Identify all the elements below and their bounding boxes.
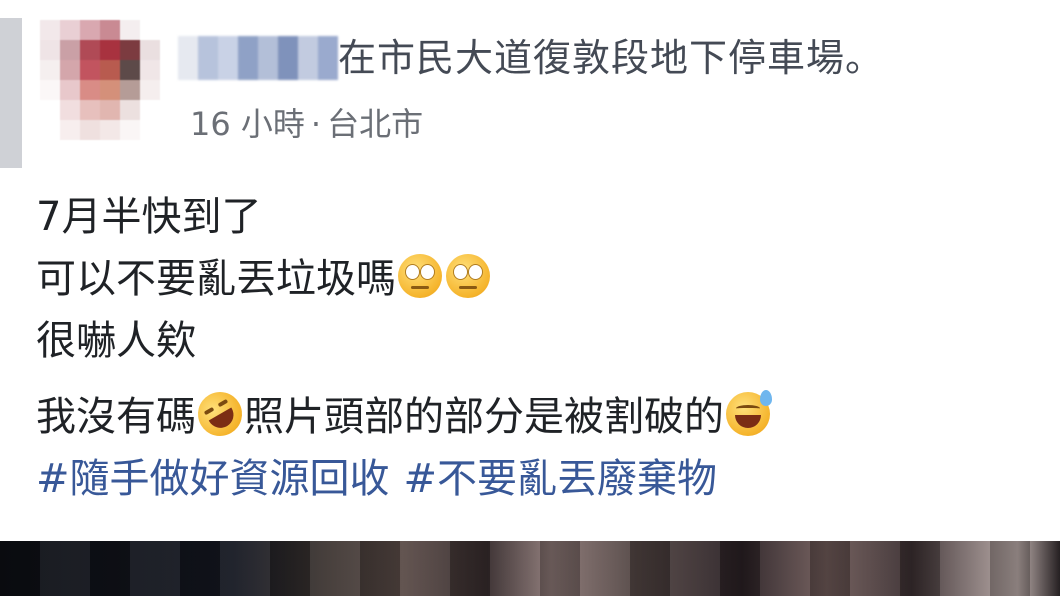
avatar-pixel	[100, 60, 120, 80]
hashtag-recycle[interactable]: #隨手做好資源回收	[36, 456, 390, 502]
avatar-pixel	[80, 100, 100, 120]
post-line-1: 7月半快到了	[36, 194, 262, 240]
avatar-pixel	[140, 100, 160, 120]
post-body: 7月半快到了 可以不要亂丟垃圾嗎 很嚇人欸 我沒有碼 照片頭部的部分是被割破的 #…	[36, 186, 772, 510]
avatar-pixel	[140, 120, 160, 140]
face-with-rolling-eyes-icon	[446, 254, 490, 298]
post-timestamp[interactable]: 16 小時	[190, 105, 305, 143]
avatar-pixel	[80, 120, 100, 140]
post-line-2: 可以不要亂丟垃圾嗎	[36, 248, 772, 310]
post-line-4a-text: 我沒有碼	[36, 394, 196, 440]
face-with-rolling-eyes-icon	[398, 254, 442, 298]
hashtag-no-littering[interactable]: #不要亂丟廢棄物	[404, 456, 718, 502]
avatar-pixel	[40, 60, 60, 80]
avatar-pixel	[120, 120, 140, 140]
post-meta: 16 小時 · 台北市	[190, 104, 423, 144]
post-location[interactable]: 台北市	[327, 105, 423, 143]
post-line-3: 很嚇人欸	[36, 318, 196, 364]
avatar-pixel	[140, 60, 160, 80]
post-line-4: 我沒有碼 照片頭部的部分是被割破的	[36, 383, 772, 448]
avatar-pixel	[60, 120, 80, 140]
avatar-pixel	[100, 120, 120, 140]
avatar-pixel	[60, 100, 80, 120]
avatar-pixel	[80, 60, 100, 80]
avatar-pixel	[120, 100, 140, 120]
avatar-pixel	[140, 80, 160, 100]
avatar-pixel	[100, 40, 120, 60]
avatar-pixel	[120, 40, 140, 60]
avatar-pixel	[60, 20, 80, 40]
avatar-pixel	[140, 20, 160, 40]
avatar[interactable]	[40, 20, 160, 140]
avatar-pixel	[60, 40, 80, 60]
avatar-pixel	[80, 20, 100, 40]
avatar-pixel	[120, 20, 140, 40]
post-line-4b-text: 照片頭部的部分是被割破的	[244, 394, 724, 440]
meta-separator: ·	[310, 105, 322, 143]
avatar-pixel	[40, 120, 60, 140]
avatar-pixel	[100, 20, 120, 40]
rolling-on-floor-laughing-icon	[189, 383, 251, 445]
left-edge-bar	[0, 18, 22, 168]
blurred-user-name[interactable]	[178, 36, 338, 80]
post-header-text: 在市民大道復敦段地下停車場。	[338, 36, 885, 80]
avatar-pixel	[60, 60, 80, 80]
avatar-pixel	[60, 80, 80, 100]
avatar-pixel	[100, 80, 120, 100]
avatar-pixel	[40, 100, 60, 120]
avatar-pixel	[40, 40, 60, 60]
avatar-pixel	[40, 80, 60, 100]
grinning-face-with-sweat-icon	[726, 390, 772, 436]
post-line-2-text: 可以不要亂丟垃圾嗎	[36, 256, 396, 302]
avatar-pixel	[140, 40, 160, 60]
post-photo[interactable]	[0, 541, 1060, 596]
avatar-pixel	[100, 100, 120, 120]
avatar-pixel	[80, 40, 100, 60]
avatar-pixel	[80, 80, 100, 100]
avatar-pixel	[40, 20, 60, 40]
avatar-pixel	[120, 80, 140, 100]
avatar-pixel	[120, 60, 140, 80]
hashtag-line: #隨手做好資源回收 #不要亂丟廢棄物	[36, 448, 772, 510]
